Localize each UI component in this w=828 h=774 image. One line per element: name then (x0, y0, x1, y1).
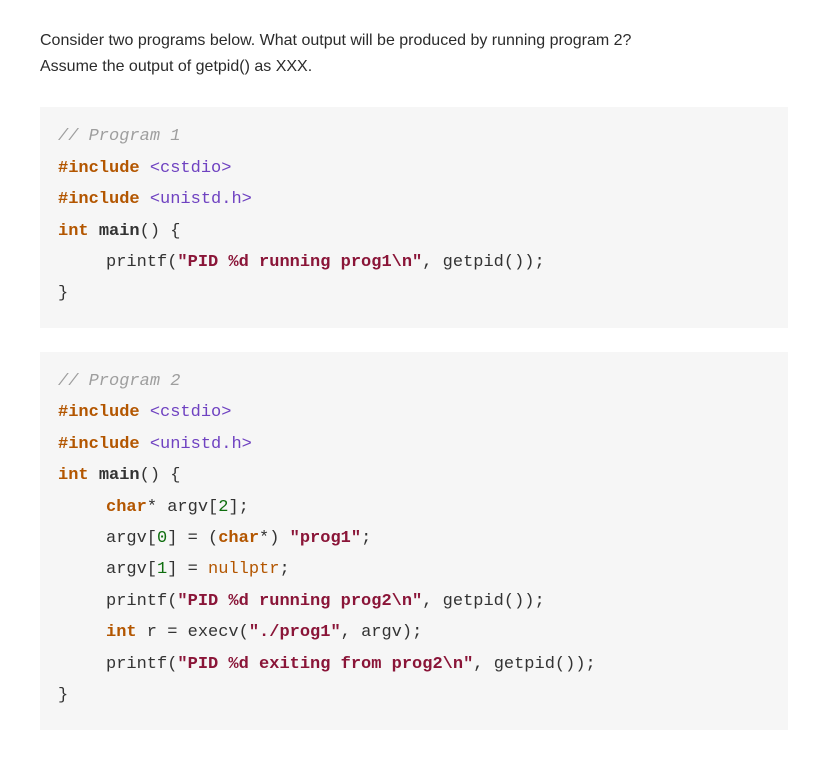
code-punct: { (160, 466, 180, 485)
code-punct: ); (524, 253, 544, 272)
code-call: printf (106, 655, 167, 674)
code-header: <cstdio> (150, 159, 232, 178)
code-punct: { (160, 222, 180, 241)
code-ident: argv[ (106, 560, 157, 579)
code-header: <unistd.h> (150, 435, 252, 454)
code-type: char (218, 529, 259, 548)
code-punct: ] = ( (167, 529, 218, 548)
code-number: 2 (218, 498, 228, 517)
code-string: "prog1" (290, 529, 361, 548)
code-punct: *) (259, 529, 290, 548)
code-header: <cstdio> (150, 403, 232, 422)
code-punct: ]; (228, 498, 248, 517)
code-punct: () (140, 222, 160, 241)
code-call: getpid (494, 655, 555, 674)
code-func: main (99, 222, 140, 241)
code-punct: ( (167, 253, 177, 272)
code-preproc: #include (58, 403, 140, 422)
code-ident: argv[ (106, 529, 157, 548)
code-punct: , (473, 655, 493, 674)
code-punct: () (555, 655, 575, 674)
code-func: main (99, 466, 140, 485)
code-punct: () (504, 592, 524, 611)
code-punct: ( (167, 592, 177, 611)
code-block-program-2: // Program 2 #include <cstdio> #include … (40, 352, 788, 730)
code-string: "PID %d running prog2\n" (177, 592, 422, 611)
code-preproc: #include (58, 190, 140, 209)
code-preproc: #include (58, 159, 140, 178)
code-ident: argv[ (157, 498, 218, 517)
code-punct: ( (167, 655, 177, 674)
code-call: getpid (443, 253, 504, 272)
code-call: printf (106, 253, 167, 272)
code-call: execv (188, 623, 239, 642)
code-number: 0 (157, 529, 167, 548)
code-call: printf (106, 592, 167, 611)
code-punct: ; (361, 529, 371, 548)
code-preproc: #include (58, 435, 140, 454)
code-punct: , argv (341, 623, 402, 642)
code-punct: () (140, 466, 160, 485)
code-punct: ); (402, 623, 422, 642)
code-header: <unistd.h> (150, 190, 252, 209)
code-call: getpid (443, 592, 504, 611)
code-punct: } (58, 284, 68, 303)
code-punct: } (58, 686, 68, 705)
code-comment: // Program 1 (58, 127, 180, 146)
code-punct: , (422, 592, 442, 611)
code-punct: ] = (167, 560, 208, 579)
code-punct: , (422, 253, 442, 272)
code-punct: ); (524, 592, 544, 611)
code-number: 1 (157, 560, 167, 579)
code-punct: ); (575, 655, 595, 674)
code-keyword: int (58, 222, 89, 241)
question-line-2: Assume the output of getpid() as XXX. (40, 58, 312, 75)
code-keyword: nullptr (208, 560, 279, 579)
code-punct: ; (279, 560, 289, 579)
code-type: char (106, 498, 147, 517)
code-string: "./prog1" (249, 623, 341, 642)
page-container: Consider two programs below. What output… (0, 0, 828, 774)
code-punct: () (504, 253, 524, 272)
code-comment: // Program 2 (58, 372, 180, 391)
code-ident: r = (137, 623, 188, 642)
code-keyword: int (58, 466, 89, 485)
code-punct: ( (239, 623, 249, 642)
code-string: "PID %d running prog1\n" (177, 253, 422, 272)
code-string: "PID %d exiting from prog2\n" (177, 655, 473, 674)
code-punct: * (147, 498, 157, 517)
question-text: Consider two programs below. What output… (40, 28, 788, 79)
code-keyword: int (106, 623, 137, 642)
code-block-program-1: // Program 1 #include <cstdio> #include … (40, 107, 788, 328)
question-line-1: Consider two programs below. What output… (40, 32, 631, 49)
